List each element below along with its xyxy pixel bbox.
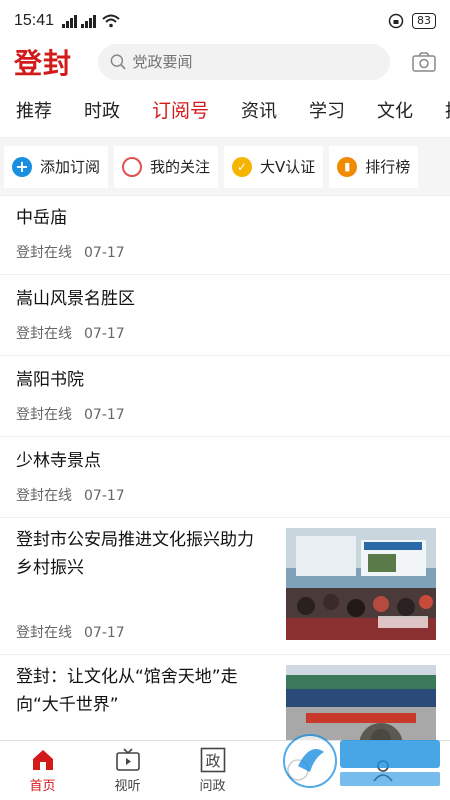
wifi-icon — [102, 14, 120, 28]
nav-video[interactable]: 视听 — [85, 741, 170, 800]
nav-video-label: 视听 — [114, 779, 141, 794]
tv-icon — [115, 748, 140, 771]
app-logo[interactable]: 登封 — [14, 42, 94, 82]
my-follows-label: 我的关注 — [150, 158, 211, 176]
list-item[interactable]: 少林寺景点 登封在线 07-17 — [0, 437, 450, 518]
news-meta: 登封在线 07-17 — [16, 404, 125, 424]
nav-home-label: 首页 — [29, 779, 56, 794]
news-title: 中岳庙 — [16, 208, 67, 228]
list-item[interactable]: 嵩阳书院 登封在线 07-17 — [0, 356, 450, 437]
news-meta: 登封在线 07-17 — [16, 485, 125, 505]
tab-culture[interactable]: 文化 — [377, 97, 413, 123]
politics-icon: 政 — [200, 747, 225, 773]
news-list: 中岳庙 登封在线 07-17 嵩山风景名胜区 登封在线 07-17 嵩阳书院 登封在… — [0, 194, 450, 792]
watermark-logo — [283, 734, 440, 788]
lock-rotation-icon — [388, 13, 404, 29]
tab-subscriptions[interactable]: 订阅号 — [152, 96, 209, 123]
news-title: 登封市公安局推进文化振兴助力乡村振兴 — [16, 530, 254, 578]
tab-study[interactable]: 学习 — [309, 97, 345, 123]
circle-icon — [122, 156, 143, 177]
news-date: 07-17 — [84, 326, 125, 342]
nav-home[interactable]: 首页 — [0, 741, 85, 800]
search-box[interactable] — [98, 44, 390, 80]
verified-button[interactable]: ✓ 大V认证 — [224, 145, 324, 188]
news-source: 登封在线 — [16, 625, 72, 641]
clock: 15:41 — [14, 12, 55, 29]
news-title: 少林寺景点 — [16, 451, 101, 471]
my-follows-button[interactable]: 我的关注 — [114, 145, 219, 188]
verified-label: 大V认证 — [260, 158, 316, 176]
list-item[interactable]: 嵩山风景名胜区 登封在线 07-17 — [0, 275, 450, 356]
news-meta: 登封在线 07-17 — [16, 323, 125, 343]
ranking-button[interactable]: ▮ 排行榜 — [329, 145, 419, 188]
battery-indicator: 83 — [412, 13, 436, 29]
subscription-actions: + 添加订阅 我的关注 ✓ 大V认证 ▮ 排行榜 — [0, 138, 450, 196]
list-item[interactable]: 登封市公安局推进文化振兴助力乡村振兴 登封在线 07-17 — [0, 518, 450, 655]
nav-inquiry[interactable]: 政 问政 — [170, 741, 255, 800]
news-thumbnail — [286, 528, 436, 640]
news-title: 登封：让文化从“馆舍天地”走向“大千世界” — [16, 667, 238, 715]
channel-tabs: 推荐 时政 订阅号 资讯 学习 文化 拍 — [0, 82, 450, 138]
news-date: 07-17 — [84, 625, 125, 641]
news-meta: 登封在线 07-17 — [16, 622, 125, 642]
news-source: 登封在线 — [16, 245, 72, 261]
list-item[interactable]: 中岳庙 登封在线 07-17 — [0, 194, 450, 275]
tab-politics[interactable]: 时政 — [84, 97, 120, 123]
search-icon — [110, 54, 126, 70]
search-input[interactable] — [132, 53, 378, 71]
signal-icon — [62, 14, 78, 28]
svg-text:政: 政 — [205, 752, 220, 770]
signal-icon-2 — [81, 14, 97, 28]
top-bar: 登封 — [0, 42, 450, 82]
news-source: 登封在线 — [16, 407, 72, 423]
news-date: 07-17 — [84, 245, 125, 261]
news-source: 登封在线 — [16, 488, 72, 504]
check-icon: ✓ — [232, 156, 253, 177]
plus-icon: + — [12, 156, 32, 177]
news-date: 07-17 — [84, 488, 125, 504]
bar-chart-icon: ▮ — [337, 156, 358, 177]
news-date: 07-17 — [84, 407, 125, 423]
tab-photo[interactable]: 拍 — [445, 97, 450, 123]
home-icon — [32, 750, 53, 770]
news-title: 嵩阳书院 — [16, 370, 84, 390]
news-title: 嵩山风景名胜区 — [16, 289, 135, 309]
news-meta: 登封在线 07-17 — [16, 242, 125, 262]
tab-recommend[interactable]: 推荐 — [16, 97, 52, 123]
news-source: 登封在线 — [16, 326, 72, 342]
add-subscription-button[interactable]: + 添加订阅 — [4, 145, 109, 188]
ranking-label: 排行榜 — [365, 158, 411, 176]
nav-inquiry-label: 问政 — [199, 779, 226, 794]
camera-icon[interactable] — [412, 51, 436, 73]
tab-news[interactable]: 资讯 — [241, 97, 277, 123]
status-bar: 15:41 83 — [0, 0, 450, 42]
add-subscription-label: 添加订阅 — [40, 158, 101, 176]
